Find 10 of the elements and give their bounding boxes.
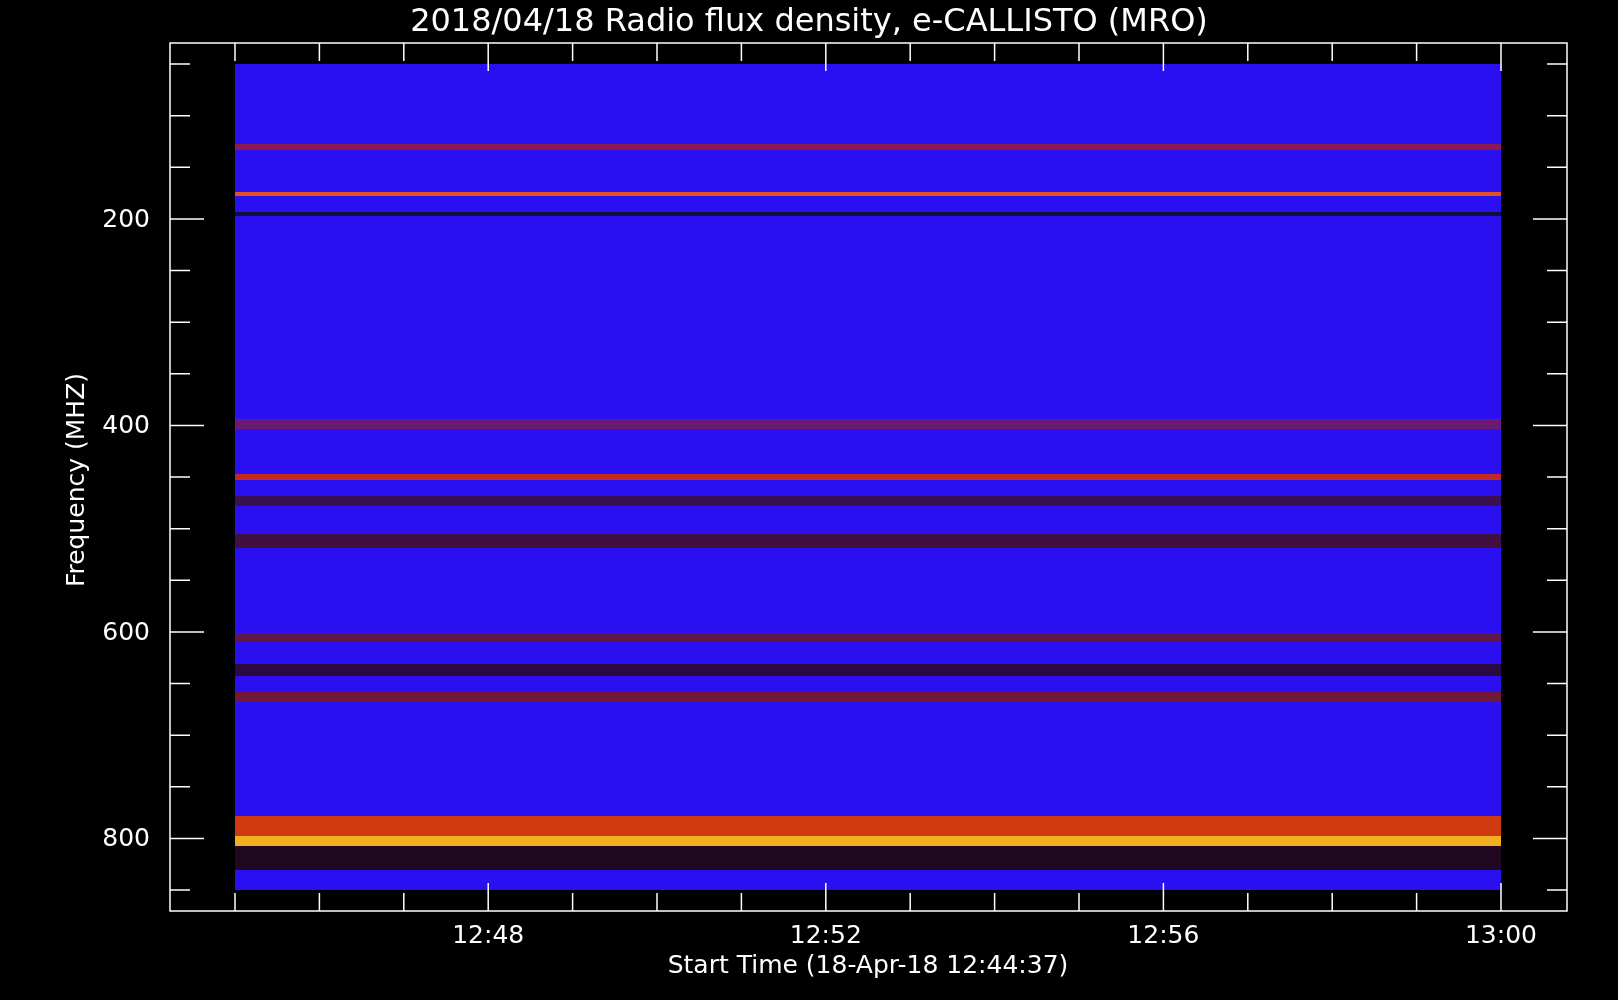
axis-tick-label: 12:56 — [1126, 920, 1201, 950]
axis-tick-label: 200 — [101, 203, 150, 234]
axis-tick-label: 800 — [101, 823, 150, 854]
chart-title: 2018/04/18 Radio flux density, e-CALLISTO (MRO) — [410, 0, 1208, 40]
axis-tick-label: 600 — [101, 616, 150, 647]
axis-tick-label: 13:00 — [1463, 920, 1538, 950]
axis-tick-label: 12:52 — [788, 920, 863, 950]
axis-tick-label: 12:48 — [451, 920, 526, 950]
axis-title: Start Time (18-Apr-18 12:44:37) — [667, 950, 1069, 980]
axis-title: Frequency (MHZ) — [61, 371, 91, 590]
